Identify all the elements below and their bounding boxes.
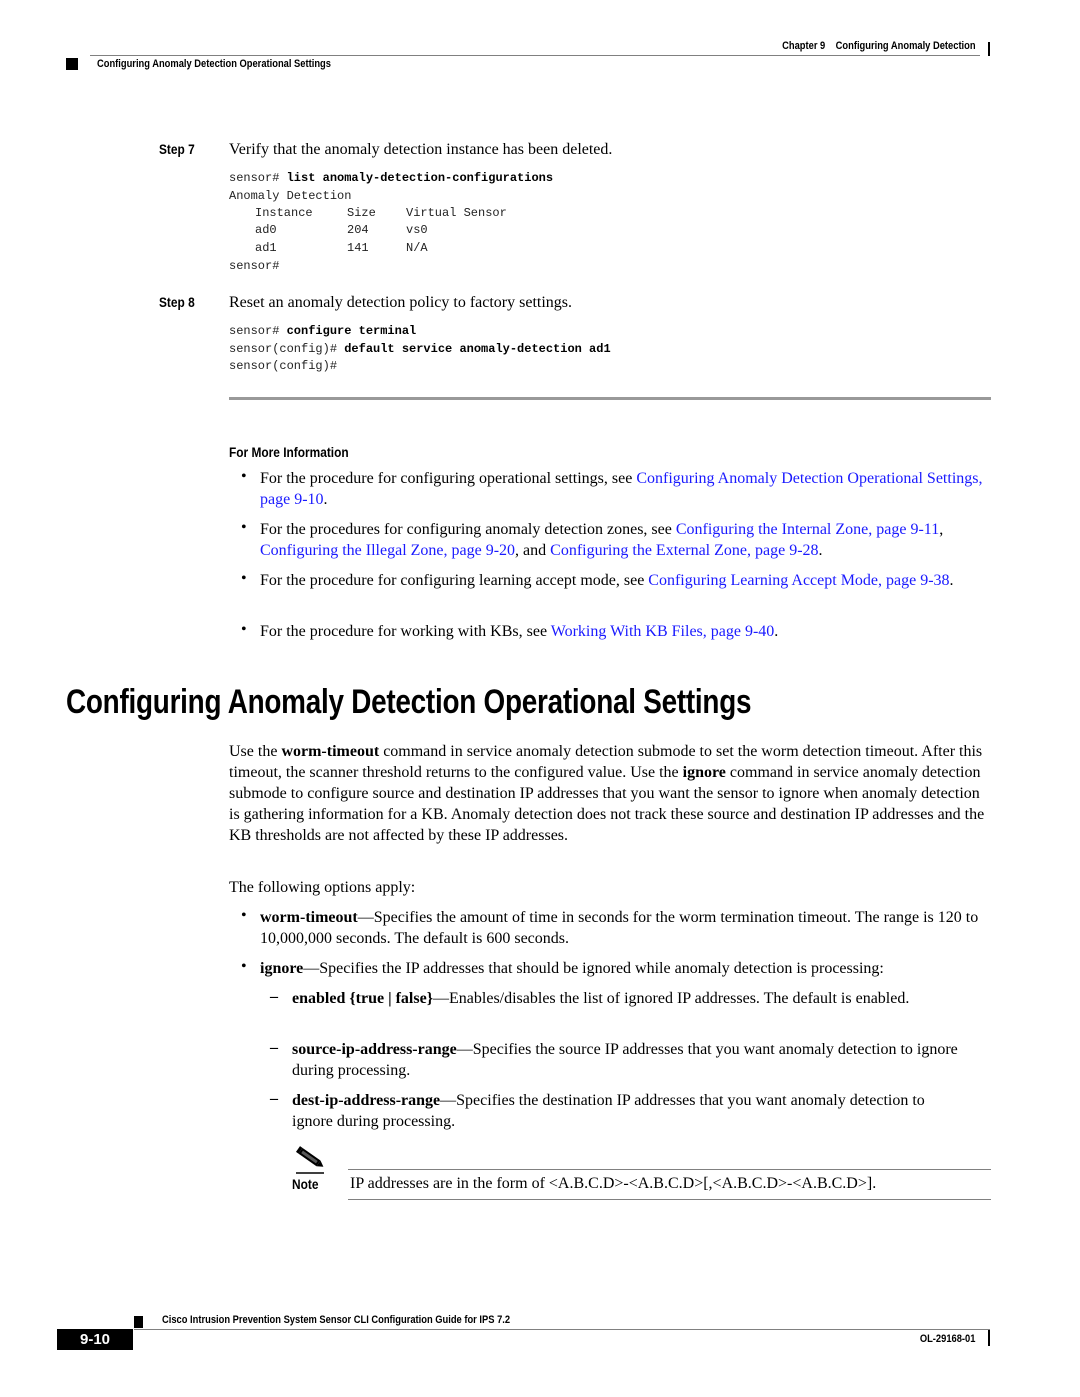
item-text: For the procedure for configuring operat… <box>260 470 637 487</box>
chapter-title: Configuring Anomaly Detection <box>836 40 976 52</box>
running-header-section: Configuring Anomaly Detection Operationa… <box>97 58 331 70</box>
dash-icon: – <box>270 988 278 1005</box>
item-text: , and <box>515 542 551 559</box>
code-table-header: Instance <box>255 205 313 223</box>
link-kb-files[interactable]: Working With KB Files, page 9-40 <box>551 623 775 640</box>
command-term: ignore <box>682 764 726 781</box>
header-vertical-bar <box>988 42 990 56</box>
code-row-size: 141 <box>347 241 369 255</box>
link-learning-accept-mode[interactable]: Configuring Learning Accept Mode, page 9… <box>648 572 949 589</box>
bullet-icon: • <box>241 519 247 536</box>
footer-rule <box>134 1329 990 1330</box>
option-item: worm-timeout—Specifies the amount of tim… <box>260 907 990 949</box>
header-square-marker <box>66 58 78 70</box>
code-prompt: sensor# <box>229 324 287 338</box>
step-8-code-block: sensor# configure terminal sensor(config… <box>229 323 611 376</box>
bullet-icon: • <box>241 570 247 587</box>
option-term: enabled {true | false} <box>292 990 434 1007</box>
footer-vertical-bar <box>988 1330 990 1346</box>
more-info-item: For the procedure for working with KBs, … <box>260 621 990 642</box>
step-8-text: Reset an anomaly detection policy to fac… <box>229 294 573 311</box>
code-row-instance: ad1 <box>255 241 277 255</box>
code-table-header-size: Size <box>347 206 376 220</box>
option-term: source-ip-address-range <box>292 1041 457 1058</box>
sub-option-item: source-ip-address-range—Specifies the so… <box>292 1039 992 1081</box>
link-illegal-zone[interactable]: Configuring the Illegal Zone, page 9-20 <box>260 542 515 559</box>
more-info-item: For the procedure for configuring operat… <box>260 468 990 510</box>
code-row-vs: N/A <box>406 241 428 255</box>
item-text: For the procedure for configuring learni… <box>260 572 649 589</box>
item-text: . <box>323 491 328 508</box>
code-end-prompt: sensor# <box>229 259 280 273</box>
more-info-item: For the procedure for configuring learni… <box>260 570 990 591</box>
command-term: worm-timeout <box>281 743 380 760</box>
code-row-size: 204 <box>347 223 369 237</box>
item-text: , <box>939 521 944 538</box>
item-text: For the procedures for configuring anoma… <box>260 521 676 538</box>
link-internal-zone[interactable]: Configuring the Internal Zone, page 9-11 <box>676 521 939 538</box>
option-term: dest-ip-address-range <box>292 1092 441 1109</box>
note-label: Note <box>292 1176 319 1192</box>
code-command: default service anomaly-detection ad1 <box>344 341 611 356</box>
page-number: 9-10 <box>57 1329 133 1350</box>
more-info-item: For the procedures for configuring anoma… <box>260 519 990 561</box>
code-end-prompt: sensor(config)# <box>229 359 338 374</box>
bullet-icon: • <box>241 907 247 924</box>
col-instance: Instance <box>255 206 313 220</box>
item-text: . <box>949 572 954 589</box>
bullet-icon: • <box>241 468 247 485</box>
header-rule <box>90 55 980 56</box>
bullet-icon: • <box>241 621 247 638</box>
sub-option-item: dest-ip-address-range—Specifies the dest… <box>292 1090 952 1132</box>
doc-number: OL-29168-01 <box>919 1333 975 1345</box>
text: Use the <box>229 743 282 760</box>
bullet-icon: • <box>241 958 247 975</box>
footer-square-marker <box>134 1316 143 1328</box>
dash-icon: – <box>270 1090 278 1107</box>
options-intro: The following options apply: <box>229 879 416 896</box>
step-8-label: Step 8 <box>159 294 195 310</box>
code-row-vs: vs0 <box>406 223 428 237</box>
option-desc: —Specifies the amount of time in seconds… <box>260 909 979 947</box>
code-prompt: sensor# <box>229 171 287 185</box>
code-table-header-vs: Virtual Sensor <box>406 206 507 220</box>
procedure-end-rule <box>229 397 991 400</box>
dash-icon: – <box>270 1039 278 1056</box>
code-command: list anomaly-detection-configurations <box>286 171 554 185</box>
running-header-chapter: Chapter 9 Configuring Anomaly Detection <box>783 40 976 52</box>
code-row-instance: ad0 <box>255 223 277 237</box>
item-text: . <box>818 542 823 559</box>
option-item: ignore—Specifies the IP addresses that s… <box>260 958 1000 979</box>
step-7-label: Step 7 <box>159 141 195 157</box>
code-command: configure terminal <box>286 324 417 338</box>
note-top-rule <box>348 1169 991 1170</box>
option-desc: —Enables/disables the list of ignored IP… <box>433 990 910 1007</box>
more-info-heading: For More Information <box>229 444 349 460</box>
option-desc: —Specifies the IP addresses that should … <box>303 960 884 977</box>
code-output-line: Anomaly Detection <box>229 188 352 203</box>
chapter-label: Chapter 9 <box>782 40 826 52</box>
pencil-note-icon <box>292 1146 328 1176</box>
footer-guide-title: Cisco Intrusion Prevention System Sensor… <box>162 1314 511 1326</box>
intro-paragraph: Use the worm-timeout command in service … <box>229 741 991 846</box>
option-term: ignore <box>260 960 304 977</box>
item-text: . <box>774 623 779 640</box>
note-text: IP addresses are in the form of <A.B.C.D… <box>350 1175 877 1192</box>
sub-option-item: enabled {true | false}—Enables/disables … <box>292 988 982 1009</box>
option-term: worm-timeout <box>260 909 358 926</box>
note-bottom-rule <box>348 1199 991 1200</box>
code-prompt: sensor(config)# <box>229 341 345 356</box>
step-7-text: Verify that the anomaly detection instan… <box>229 141 613 158</box>
step-7-code-block: sensor# list anomaly-detection-configura… <box>229 170 553 205</box>
link-external-zone[interactable]: Configuring the External Zone, page 9-28 <box>550 542 818 559</box>
section-heading: Configuring Anomaly Detection Operationa… <box>66 683 752 721</box>
item-text: For the procedure for working with KBs, … <box>260 623 551 640</box>
